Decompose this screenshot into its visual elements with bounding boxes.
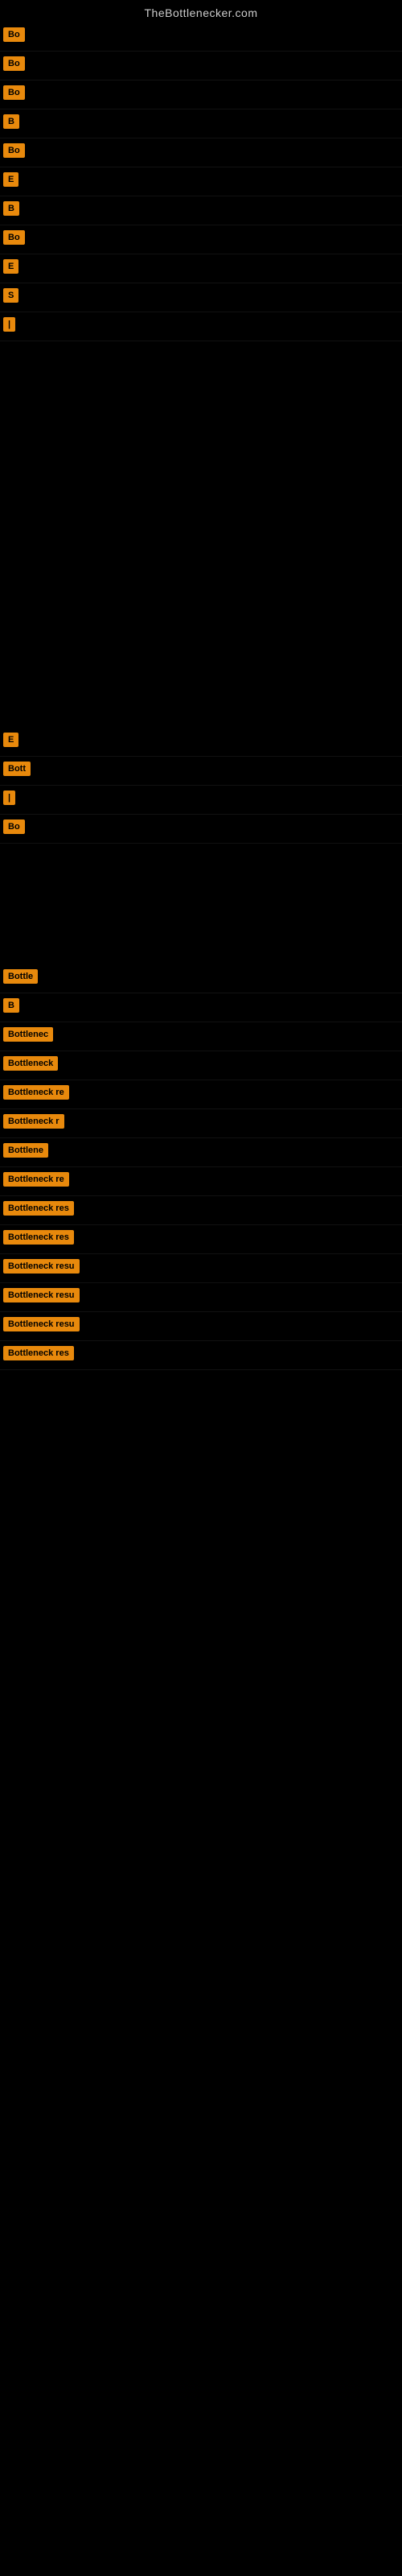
list-item: Bottleneck resu [0, 1283, 402, 1312]
list-item: Bottle [0, 964, 402, 993]
badge-1: Bo [3, 27, 25, 42]
badge-25: Bottleneck res [3, 1230, 74, 1245]
badge-22: Bottlene [3, 1143, 48, 1158]
list-item: B [0, 109, 402, 138]
badge-23: Bottleneck re [3, 1172, 69, 1187]
list-item: Bo [0, 225, 402, 254]
list-item: Bottleneck re [0, 1080, 402, 1109]
badge-16: Bottle [3, 969, 38, 984]
badge-12: E [3, 733, 18, 747]
badge-15: Bo [3, 819, 25, 834]
gap-4 [0, 631, 402, 728]
list-item: B [0, 196, 402, 225]
badge-4: B [3, 114, 19, 129]
list-item: Bottleneck [0, 1051, 402, 1080]
badge-18: Bottlenec [3, 1027, 53, 1042]
badge-21: Bottleneck r [3, 1114, 64, 1129]
list-item: | [0, 786, 402, 815]
list-item: Bo [0, 52, 402, 80]
badge-13: Bott [3, 762, 31, 776]
list-item: Bo [0, 80, 402, 109]
badge-20: Bottleneck re [3, 1085, 69, 1100]
gap-5 [0, 844, 402, 940]
badge-28: Bottleneck resu [3, 1317, 80, 1331]
badge-9: E [3, 259, 18, 274]
badge-2: Bo [3, 56, 25, 71]
badge-26: Bottleneck resu [3, 1259, 80, 1274]
badge-10: S [3, 288, 18, 303]
badge-29: Bottleneck res [3, 1346, 74, 1360]
badge-5: Bo [3, 143, 25, 158]
badge-7: B [3, 201, 19, 216]
gap-3 [0, 535, 402, 631]
list-item: Bo [0, 23, 402, 52]
badge-6: E [3, 172, 18, 187]
list-item: Bo [0, 815, 402, 844]
badge-24: Bottleneck res [3, 1201, 74, 1216]
list-item: Bottleneck res [0, 1341, 402, 1370]
badge-11: | [3, 317, 15, 332]
row-group-2: E Bott | Bo [0, 728, 402, 844]
list-item: Bottleneck r [0, 1109, 402, 1138]
list-item: E [0, 167, 402, 196]
list-item: Bottleneck resu [0, 1254, 402, 1283]
badge-27: Bottleneck resu [3, 1288, 80, 1302]
badge-17: B [3, 998, 19, 1013]
list-item: Bo [0, 138, 402, 167]
list-item: E [0, 728, 402, 757]
list-item: Bottleneck re [0, 1167, 402, 1196]
badge-19: Bottleneck [3, 1056, 58, 1071]
list-item: E [0, 254, 402, 283]
list-item: Bott [0, 757, 402, 786]
list-item: Bottleneck resu [0, 1312, 402, 1341]
badge-14: | [3, 791, 15, 805]
list-item: Bottleneck res [0, 1196, 402, 1225]
list-item: S [0, 283, 402, 312]
gap-6 [0, 940, 402, 964]
site-title: TheBottlenecker.com [0, 0, 402, 23]
list-item: Bottlenec [0, 1022, 402, 1051]
list-item: Bottlene [0, 1138, 402, 1167]
list-item: B [0, 993, 402, 1022]
badge-8: Bo [3, 230, 25, 245]
row-group-1: Bo Bo Bo B Bo E B Bo E S | [0, 23, 402, 341]
badge-3: Bo [3, 85, 25, 100]
list-item: Bottleneck res [0, 1225, 402, 1254]
gap-2 [0, 438, 402, 535]
list-item: | [0, 312, 402, 341]
row-group-3: Bottle B Bottlenec Bottleneck Bottleneck… [0, 964, 402, 1370]
gap-1 [0, 341, 402, 438]
